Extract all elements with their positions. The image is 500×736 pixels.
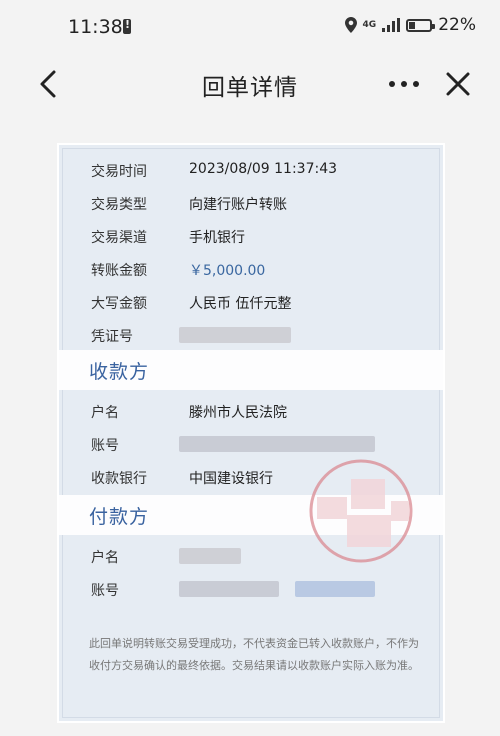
seal-blur-patch <box>317 497 347 519</box>
redacted-payee-account <box>179 436 375 452</box>
location-icon <box>344 17 357 33</box>
redacted-voucher-number <box>179 327 291 343</box>
field-label: 账号 <box>91 438 119 454</box>
field-label: 收款银行 <box>91 471 147 487</box>
close-icon[interactable] <box>442 68 474 100</box>
field-label: 账号 <box>91 583 119 599</box>
status-bar: 11:38 4G 22% <box>0 0 500 58</box>
redacted-payer-name <box>179 548 241 564</box>
battery-percent: 22% <box>438 15 476 35</box>
page-title: 回单详情 <box>202 75 298 101</box>
field-label: 户名 <box>91 405 119 421</box>
field-row-voucher-no: 凭证号 <box>59 320 443 350</box>
redacted-payer-account-tail <box>295 581 375 597</box>
status-time: 11:38 <box>68 16 123 38</box>
payee-section-header: 收款方 <box>59 350 443 390</box>
field-label: 交易渠道 <box>91 230 147 246</box>
field-label: 交易时间 <box>91 164 147 180</box>
field-label: 户名 <box>91 550 119 566</box>
battery-icon <box>406 18 436 32</box>
network-type-label: 4G <box>362 19 377 30</box>
seal-blur-patch <box>351 479 385 509</box>
payer-section-title: 付款方 <box>89 506 150 528</box>
field-label: 凭证号 <box>91 329 133 345</box>
field-label: 转账金额 <box>91 263 147 279</box>
field-row-trade-time: 交易时间 2023/08/09 11:37:43 <box>59 155 443 185</box>
signal-icon <box>382 18 401 32</box>
more-icon[interactable] <box>386 70 422 98</box>
bank-seal-stamp <box>307 457 415 565</box>
payee-bank: 中国建设银行 <box>189 471 273 487</box>
payee-name-row: 户名 滕州市人民法院 <box>59 396 443 426</box>
payee-section-title: 收款方 <box>89 361 150 383</box>
field-label: 交易类型 <box>91 197 147 213</box>
receipt-card: 交易时间 2023/08/09 11:37:43 交易类型 向建行账户转账 交易… <box>57 143 445 723</box>
status-indicators: 4G 22% <box>344 15 476 35</box>
field-label: 大写金额 <box>91 296 147 312</box>
payer-account-row: 账号 <box>59 574 443 604</box>
field-row-amount: 转账金额 ￥5,000.00 <box>59 254 443 284</box>
redacted-payer-account <box>179 581 279 597</box>
field-value: 手机银行 <box>189 230 245 246</box>
payee-name: 滕州市人民法院 <box>189 405 287 421</box>
amount-value: ￥5,000.00 <box>189 263 266 279</box>
notification-alert-icon <box>123 18 131 34</box>
field-value: 人民币 伍仟元整 <box>189 296 292 312</box>
field-value: 2023/08/09 11:37:43 <box>189 161 338 177</box>
field-row-amount-words: 大写金额 人民币 伍仟元整 <box>59 287 443 317</box>
field-row-trade-channel: 交易渠道 手机银行 <box>59 221 443 251</box>
field-row-trade-type: 交易类型 向建行账户转账 <box>59 188 443 218</box>
receipt-disclaimer: 此回单说明转账交易受理成功，不代表资金已转入收款账户，不作为收付方交易确认的最终… <box>89 637 419 672</box>
field-value: 向建行账户转账 <box>189 197 287 213</box>
payee-account-row: 账号 <box>59 429 443 459</box>
seal-blur-patch <box>347 515 391 547</box>
seal-blur-patch <box>391 501 409 521</box>
nav-bar: 回单详情 <box>0 58 500 112</box>
